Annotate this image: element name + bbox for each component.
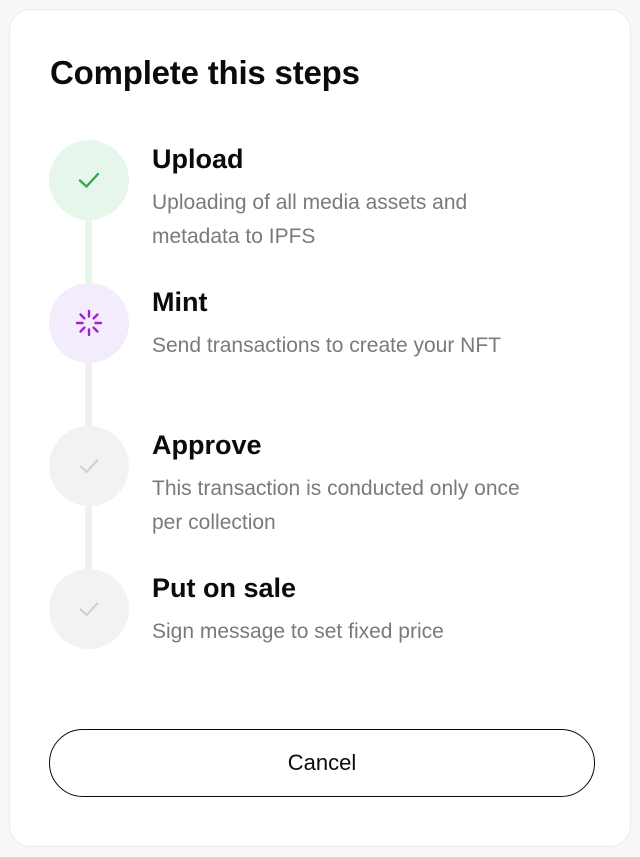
step-connector: [85, 360, 92, 430]
step-status-done: [49, 140, 129, 220]
spinner-icon: [75, 309, 103, 337]
step-status-pending: [49, 426, 129, 506]
check-icon: [78, 172, 100, 188]
check-icon: [79, 459, 99, 474]
cancel-button[interactable]: Cancel: [49, 729, 595, 797]
step-title: Approve: [152, 430, 262, 460]
step-connector: [85, 503, 92, 573]
modal-title: Complete this steps: [50, 54, 360, 91]
step-description: Sign message to set fixed price: [152, 620, 444, 643]
step-description: Uploading of all media assets and metada…: [152, 191, 468, 248]
step-connector: [85, 218, 92, 288]
step-title: Upload: [152, 144, 244, 174]
step-title: Put on sale: [152, 573, 297, 603]
steps-modal: Complete this steps Upload Uploading of …: [9, 9, 631, 847]
step-description: Send transactions to create your NFT: [152, 334, 501, 357]
step-title: Mint: [152, 287, 208, 317]
check-icon: [79, 602, 99, 617]
step-description: This transaction is conducted only once …: [152, 477, 520, 534]
step-status-in-progress: [49, 283, 129, 363]
step-status-pending: [49, 569, 129, 649]
